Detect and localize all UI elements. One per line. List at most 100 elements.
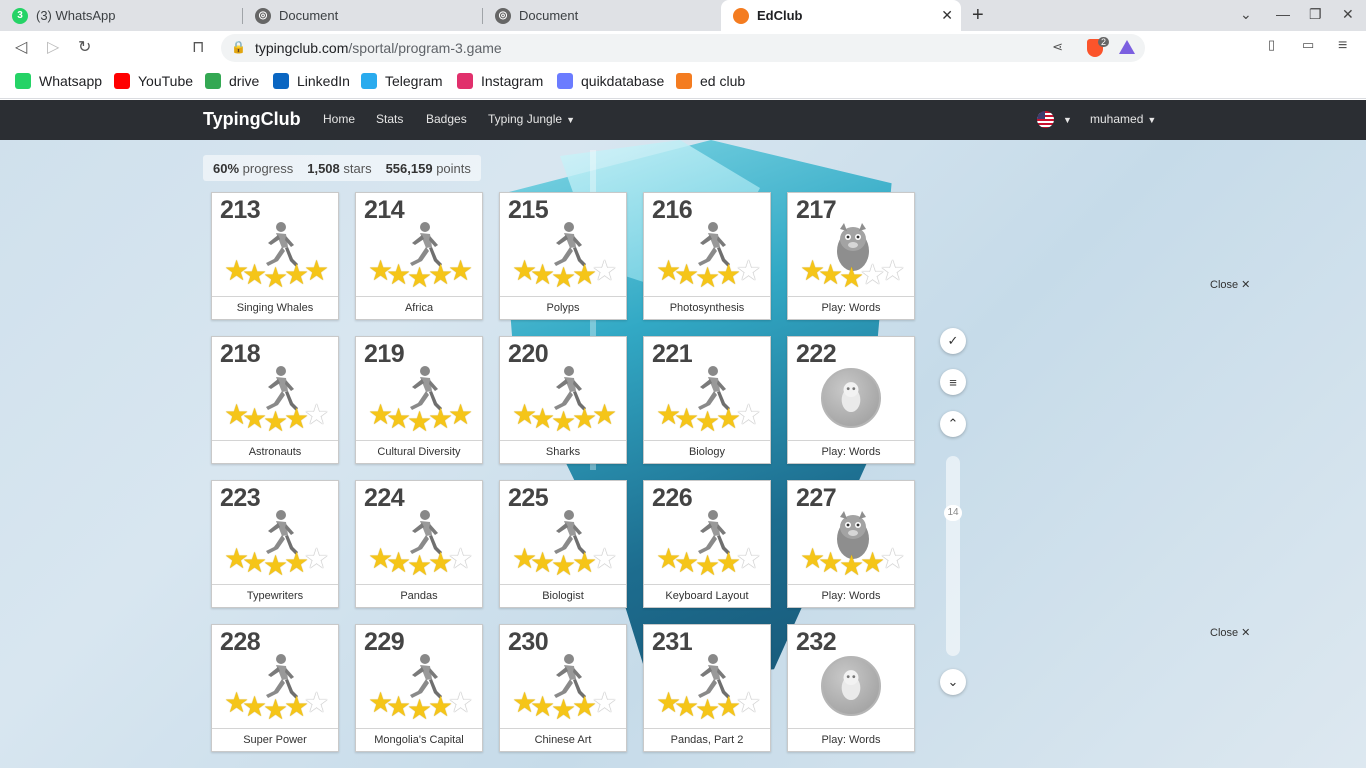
scroll-position-indicator[interactable]: 14 — [944, 505, 962, 521]
star-empty-icon: ★ — [736, 399, 762, 430]
lesson-number: 220 — [508, 340, 549, 368]
bookmark-ed-club[interactable]: ed club — [676, 73, 745, 89]
nav-stats[interactable]: Stats — [376, 112, 403, 126]
points-value: 556,159 — [385, 160, 433, 176]
nav-badges[interactable]: Badges — [426, 112, 467, 126]
tab-document-1[interactable]: ◎ Document — [243, 0, 483, 31]
nav-typing-jungle[interactable]: Typing Jungle ▼ — [488, 112, 575, 126]
lesson-card[interactable]: 222 Play: Words — [787, 336, 915, 464]
lesson-title: Biologist — [500, 584, 626, 607]
bookmark-label: Whatsapp — [39, 73, 103, 89]
nav-home[interactable]: Home — [323, 112, 355, 126]
menu-icon[interactable]: ≡ — [1338, 37, 1347, 55]
star-empty-icon: ★ — [880, 255, 906, 286]
lesson-card[interactable]: 227 ★ ★ ★ ★ ★ Play: Words — [787, 480, 915, 608]
linkedin-icon — [273, 73, 289, 89]
lesson-card[interactable]: 219 ★ ★ ★ ★ ★ Cultural Diversity — [355, 336, 483, 464]
close-window-icon[interactable]: ✕ — [1342, 6, 1354, 23]
back-icon[interactable]: ◁ — [15, 37, 27, 57]
bookmark-icon[interactable]: ⊓ — [192, 37, 204, 57]
tab-whatsapp[interactable]: 3 (3) WhatsApp — [0, 0, 243, 31]
points-stat: 556,159 points — [386, 161, 471, 176]
star-rating: ★ ★ ★ ★ ★ — [366, 257, 474, 293]
bookmark-telegram[interactable]: Telegram — [361, 73, 443, 89]
scroll-down-icon[interactable]: ⌄ — [940, 669, 966, 695]
lesson-number: 232 — [796, 628, 837, 656]
bookmark-instagram[interactable]: Instagram — [457, 73, 543, 89]
whatsapp-icon: 3 — [12, 7, 28, 24]
restore-icon[interactable]: ❐ — [1309, 6, 1322, 23]
user-menu[interactable]: muhamed ▼ — [1090, 112, 1156, 126]
lesson-card[interactable]: 220 ★ ★ ★ ★ ★ Sharks — [499, 336, 627, 464]
url-text[interactable]: typingclub.com/sportal/program-3.game — [255, 40, 502, 56]
bookmark-drive[interactable]: drive — [205, 73, 259, 89]
lesson-number: 213 — [220, 196, 261, 224]
lesson-title: Astronauts — [212, 440, 338, 463]
lesson-card[interactable]: 214 ★ ★ ★ ★ ★ Africa — [355, 192, 483, 320]
lesson-number: 221 — [652, 340, 693, 368]
lesson-card[interactable]: 223 ★ ★ ★ ★ ★ Typewriters — [211, 480, 339, 608]
brave-rewards-icon[interactable] — [1119, 40, 1135, 54]
progress-stat: 60% progress — [213, 161, 293, 176]
star-rating: ★ ★ ★ ★ ★ — [510, 401, 618, 437]
list-menu-icon[interactable]: ≡ — [940, 369, 966, 395]
minimize-icon[interactable]: — — [1276, 6, 1290, 22]
lesson-card[interactable]: 218 ★ ★ ★ ★ ★ Astronauts — [211, 336, 339, 464]
scroll-up-icon[interactable]: ⌃ — [940, 411, 966, 437]
sidebar-toggle-icon[interactable]: ▯ — [1268, 37, 1275, 53]
typingclub-page: TypingClub Home Stats Badges Typing Jung… — [0, 100, 1366, 768]
forward-icon[interactable]: ▷ — [47, 37, 59, 57]
check-circle-icon[interactable]: ✓ — [940, 328, 966, 354]
lesson-title: Sharks — [500, 440, 626, 463]
site-logo[interactable]: TypingClub — [203, 109, 301, 130]
star-filled-icon: ★ — [448, 255, 474, 286]
us-flag-icon[interactable] — [1037, 111, 1054, 128]
star-filled-icon: ★ — [304, 255, 330, 286]
lesson-card[interactable]: 230 ★ ★ ★ ★ ★ Chinese Art — [499, 624, 627, 752]
lesson-card[interactable]: 226 ★ ★ ★ ★ ★ Keyboard Layout — [643, 480, 771, 608]
close-ad-button[interactable]: Close ✕ — [1210, 626, 1250, 639]
bookmark-youtube[interactable]: YouTube — [114, 73, 193, 89]
scroll-track[interactable] — [946, 456, 960, 656]
star-empty-icon: ★ — [736, 255, 762, 286]
chevron-down-icon: ▼ — [1063, 115, 1072, 125]
bookmark-label: LinkedIn — [297, 73, 350, 89]
bolt-icon — [557, 73, 573, 89]
lesson-number: 229 — [364, 628, 405, 656]
lesson-number: 214 — [364, 196, 405, 224]
star-empty-icon: ★ — [304, 399, 330, 430]
lesson-card[interactable]: 232 Play: Words — [787, 624, 915, 752]
language-caret[interactable]: ▼ — [1059, 112, 1072, 126]
tab-document-2[interactable]: ◎ Document — [483, 0, 721, 31]
close-label: Close — [1210, 627, 1239, 639]
wallet-icon[interactable]: ▭ — [1302, 37, 1314, 53]
lesson-card[interactable]: 217 ★ ★ ★ ★ ★ Play: Words — [787, 192, 915, 320]
lesson-number: 228 — [220, 628, 261, 656]
address-bar[interactable]: 🔒 typingclub.com/sportal/program-3.game … — [221, 34, 1145, 62]
star-rating: ★ ★ ★ ★ ★ — [366, 545, 474, 581]
lesson-card[interactable]: 225 ★ ★ ★ ★ ★ Biologist — [499, 480, 627, 608]
share-icon[interactable]: ⋖ — [1052, 39, 1063, 55]
bookmark-linkedin[interactable]: LinkedIn — [273, 73, 350, 89]
lesson-card[interactable]: 216 ★ ★ ★ ★ ★ Photosynthesis — [643, 192, 771, 320]
star-rating: ★ ★ ★ ★ ★ — [510, 689, 618, 725]
tab-edclub[interactable]: EdClub ✕ — [721, 0, 961, 31]
tab-search-icon[interactable]: ⌄ — [1240, 6, 1252, 23]
lesson-card[interactable]: 224 ★ ★ ★ ★ ★ Pandas — [355, 480, 483, 608]
lesson-number: 215 — [508, 196, 549, 224]
close-ad-button[interactable]: Close ✕ — [1210, 278, 1250, 291]
bookmark-quikdatabase[interactable]: quikdatabase — [557, 73, 664, 89]
bookmark-whatsapp[interactable]: Whatsapp — [15, 73, 102, 89]
lesson-card[interactable]: 215 ★ ★ ★ ★ ★ Polyps — [499, 192, 627, 320]
lesson-card[interactable]: 228 ★ ★ ★ ★ ★ Super Power — [211, 624, 339, 752]
progress-label: progress — [242, 160, 294, 176]
star-empty-icon: ★ — [736, 687, 762, 718]
lesson-card[interactable]: 231 ★ ★ ★ ★ ★ Pandas, Part 2 — [643, 624, 771, 752]
close-tab-icon[interactable]: ✕ — [941, 7, 953, 24]
reload-icon[interactable]: ↻ — [78, 37, 91, 57]
new-tab-icon[interactable]: + — [972, 4, 984, 27]
lesson-card[interactable]: 221 ★ ★ ★ ★ ★ Biology — [643, 336, 771, 464]
lesson-title: Africa — [356, 296, 482, 319]
lesson-card[interactable]: 213 ★ ★ ★ ★ ★ Singing Whales — [211, 192, 339, 320]
lesson-card[interactable]: 229 ★ ★ ★ ★ ★ Mongolia's Capital — [355, 624, 483, 752]
